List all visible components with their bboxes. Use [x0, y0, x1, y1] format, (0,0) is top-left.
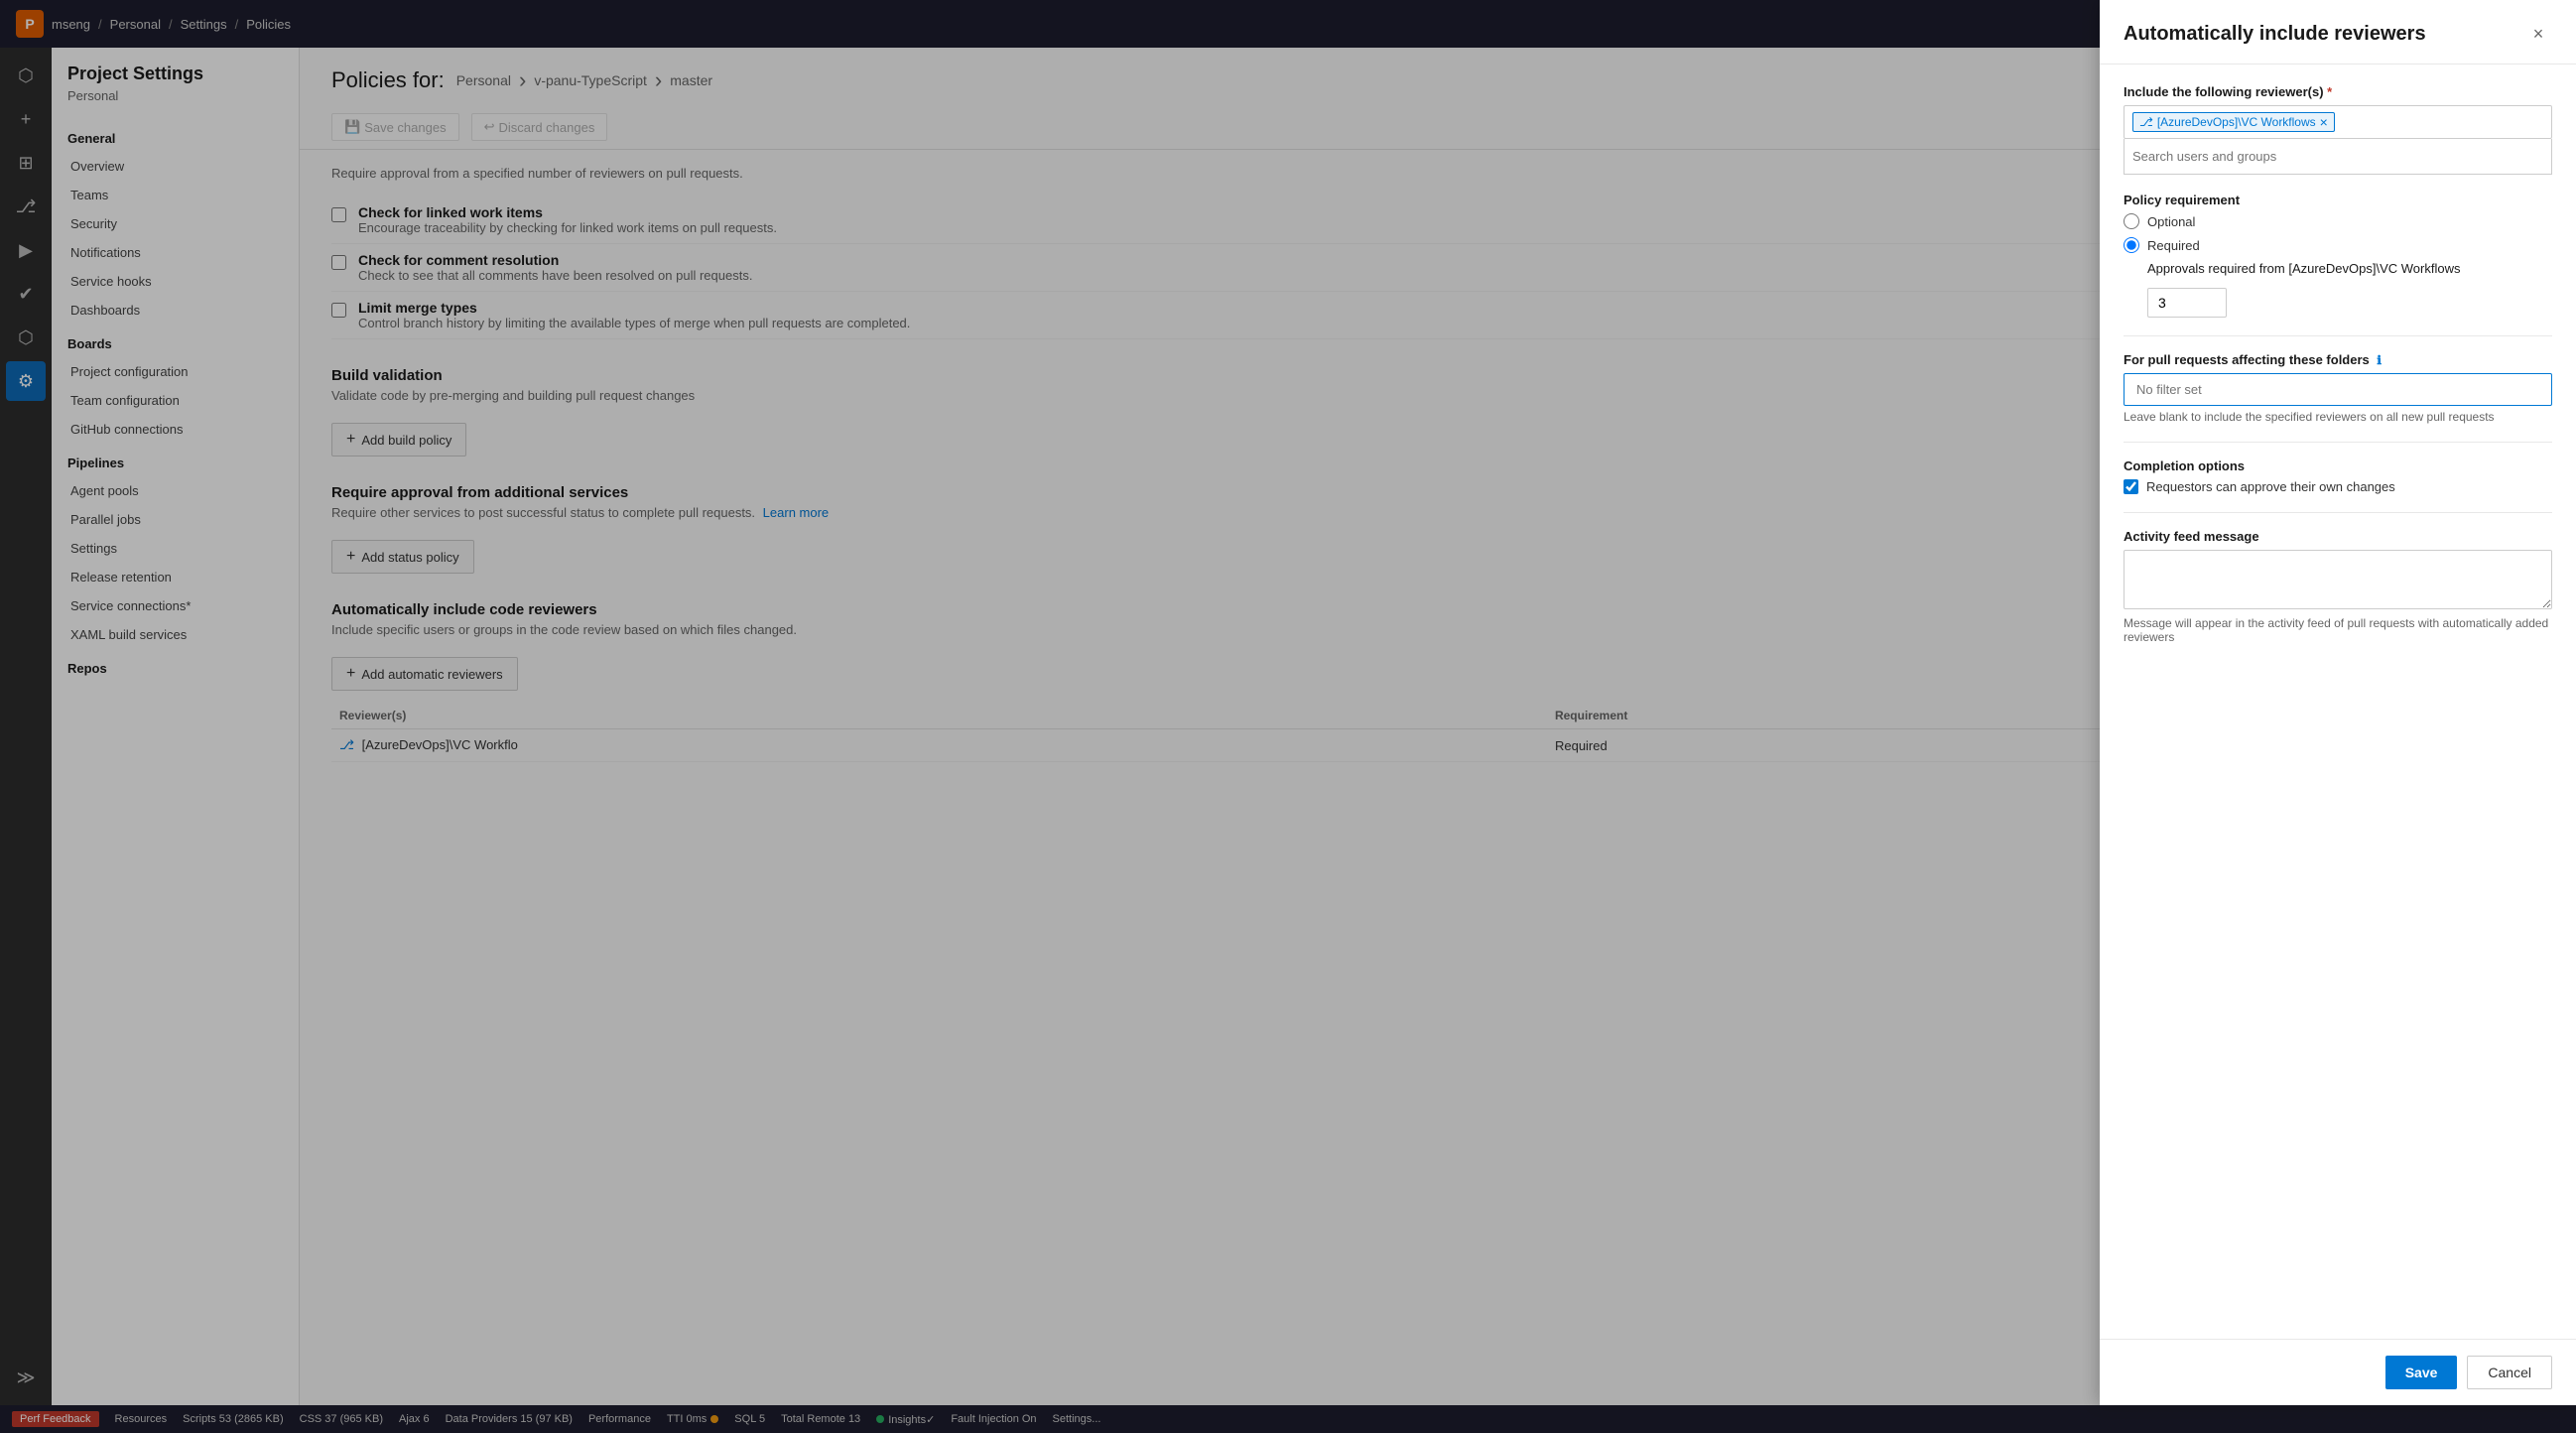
modal-overlay: Automatically include reviewers × Includ…	[0, 0, 2576, 1433]
tag-branch-icon: ⎇	[2139, 115, 2153, 129]
policy-requirement-group: Policy requirement Optional Required App…	[2124, 193, 2552, 318]
cancel-button[interactable]: Cancel	[2467, 1356, 2552, 1389]
folders-form-group: For pull requests affecting these folder…	[2124, 352, 2552, 424]
activity-feed-label: Activity feed message	[2124, 529, 2552, 544]
approvals-input[interactable]	[2147, 288, 2227, 318]
option-required[interactable]: Required	[2124, 237, 2552, 253]
info-icon: ℹ	[2377, 353, 2382, 367]
completion-options-group: Completion options Requestors can approv…	[2124, 458, 2552, 494]
option-optional[interactable]: Optional	[2124, 213, 2552, 229]
section-divider-3	[2124, 512, 2552, 513]
section-divider-2	[2124, 442, 2552, 443]
radio-required[interactable]	[2124, 237, 2139, 253]
approvals-sublabel: Approvals required from [AzureDevOps]\VC…	[2147, 261, 2552, 276]
section-divider	[2124, 335, 2552, 336]
reviewers-form-group: Include the following reviewer(s) * ⎇ [A…	[2124, 84, 2552, 175]
reviewer-tag: ⎇ [AzureDevOps]\VC Workflows ×	[2132, 112, 2335, 132]
activity-feed-group: Activity feed message Message will appea…	[2124, 529, 2552, 644]
folders-input[interactable]	[2124, 373, 2552, 406]
activity-feed-hint: Message will appear in the activity feed…	[2124, 616, 2552, 644]
modal-body: Include the following reviewer(s) * ⎇ [A…	[2100, 65, 2576, 1339]
search-users-input[interactable]	[2132, 145, 2543, 168]
requestors-approve-checkbox[interactable]	[2124, 479, 2138, 494]
modal-close-button[interactable]: ×	[2524, 20, 2552, 48]
save-button[interactable]: Save	[2385, 1356, 2458, 1389]
modal-dialog: Automatically include reviewers × Includ…	[2100, 0, 2576, 1405]
modal-title: Automatically include reviewers	[2124, 23, 2426, 46]
modal-header: Automatically include reviewers ×	[2100, 0, 2576, 65]
tag-close-button[interactable]: ×	[2320, 115, 2328, 129]
policy-requirement-label: Policy requirement	[2124, 193, 2552, 207]
radio-optional[interactable]	[2124, 213, 2139, 229]
radio-group: Optional Required	[2124, 213, 2552, 253]
modal-footer: Save Cancel	[2100, 1339, 2576, 1405]
reviewers-label: Include the following reviewer(s) *	[2124, 84, 2552, 99]
folders-hint: Leave blank to include the specified rev…	[2124, 410, 2552, 424]
activity-feed-input[interactable]	[2124, 550, 2552, 609]
completion-options-label: Completion options	[2124, 458, 2552, 473]
reviewers-tag-input[interactable]: ⎇ [AzureDevOps]\VC Workflows ×	[2124, 105, 2552, 139]
folders-label: For pull requests affecting these folder…	[2124, 352, 2552, 367]
requestors-approve-option[interactable]: Requestors can approve their own changes	[2124, 479, 2552, 494]
